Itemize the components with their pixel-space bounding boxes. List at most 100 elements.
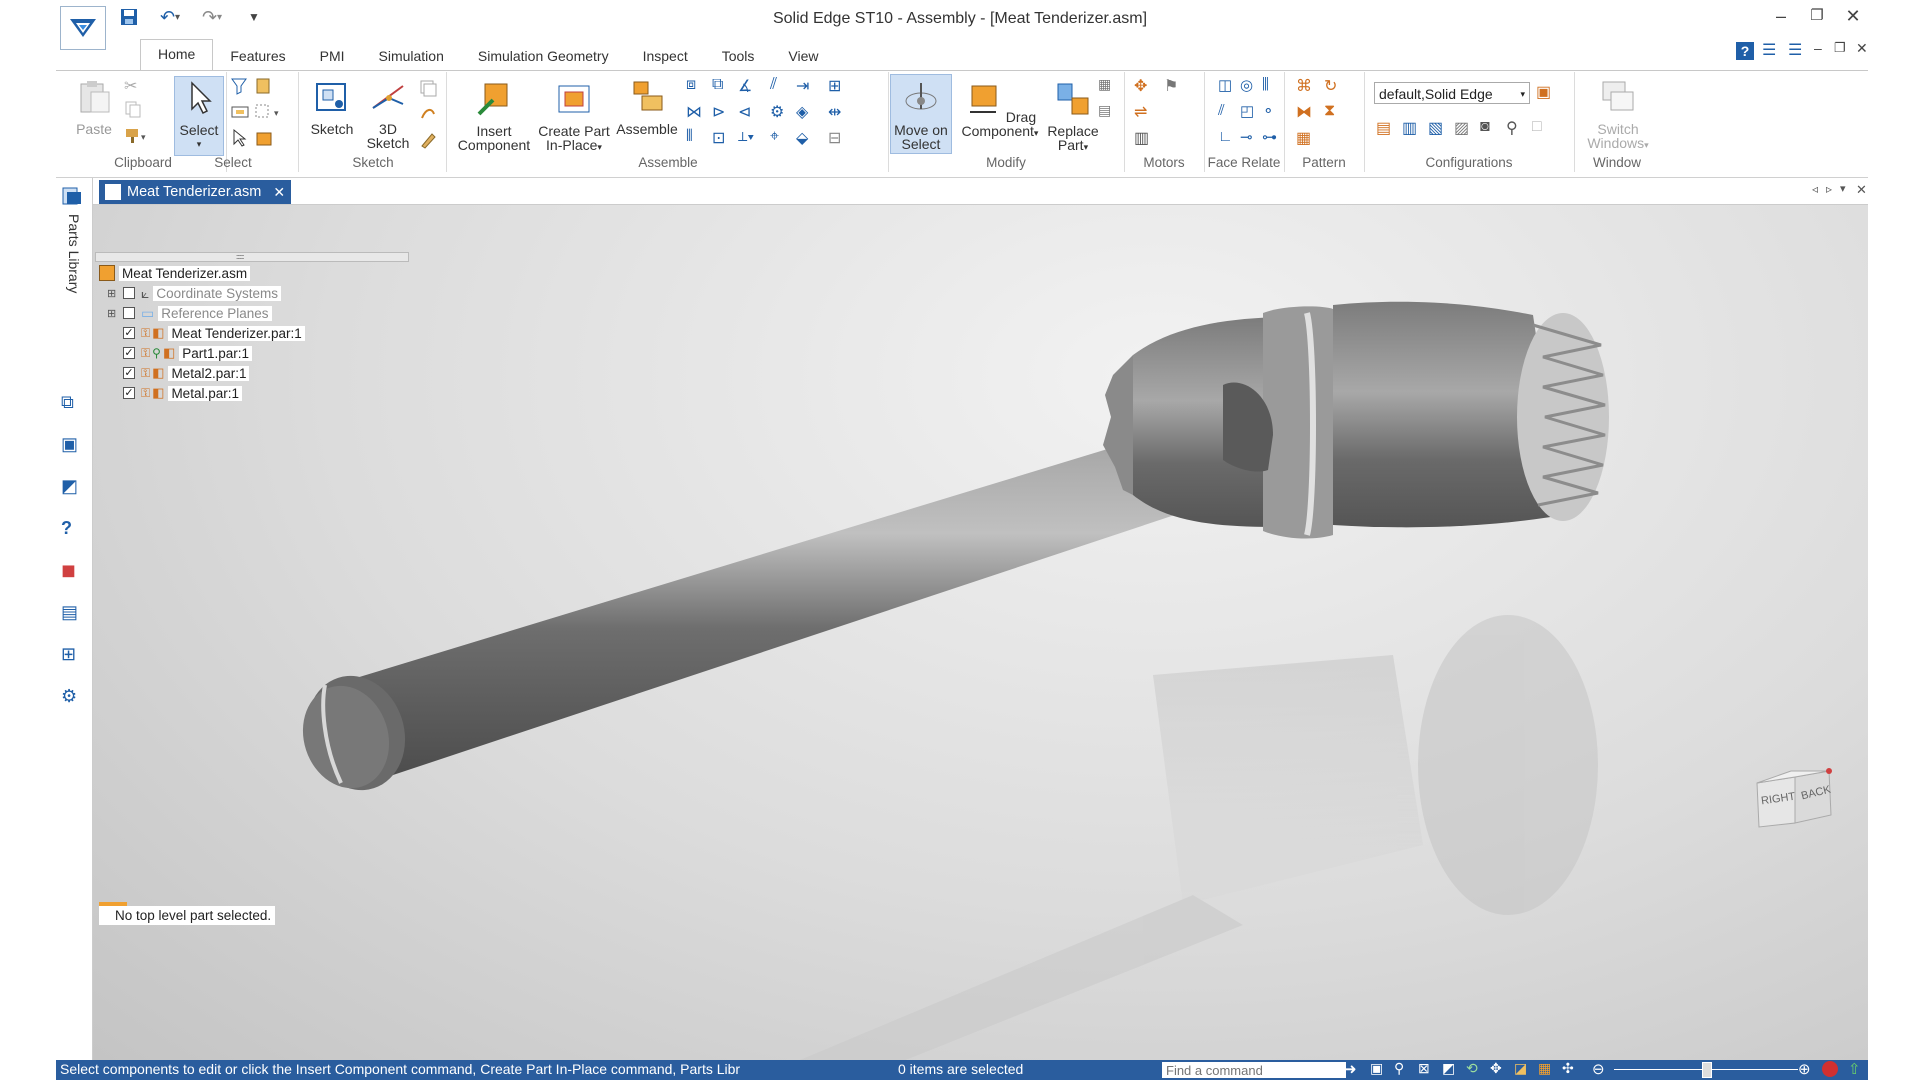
- tree-item-part[interactable]: ✓ ⚿ ⚲ ◧ Part1.par:1: [123, 344, 253, 362]
- view-style-icon[interactable]: ◪: [1514, 1060, 1527, 1077]
- go-arrow-icon[interactable]: ➜: [1344, 1060, 1357, 1078]
- fix-icon[interactable]: ⇹: [828, 102, 848, 122]
- view-orient-icon[interactable]: ✥: [1490, 1060, 1502, 1077]
- zoom-icon[interactable]: ⚲: [1394, 1060, 1404, 1077]
- drag-component-button[interactable]: Drag Component▾: [956, 80, 1044, 140]
- camera-icon[interactable]: ◙: [1480, 118, 1500, 138]
- sketch-relate-icon[interactable]: [418, 104, 438, 124]
- select-box-icon[interactable]: [230, 102, 250, 122]
- pan-icon[interactable]: ◩: [1442, 1060, 1455, 1077]
- view-config-icon[interactable]: ▨: [1454, 118, 1474, 138]
- select-cursor-icon[interactable]: [230, 128, 250, 148]
- parts-library-icon[interactable]: [61, 186, 83, 206]
- minimize-icon[interactable]: –: [1766, 6, 1796, 27]
- sketch-draw-icon[interactable]: [418, 130, 438, 150]
- face-aligned-icon[interactable]: ⊸: [1240, 128, 1260, 148]
- face-rigid-icon[interactable]: ⊶: [1262, 128, 1282, 148]
- tab-inspect[interactable]: Inspect: [626, 42, 705, 70]
- format-painter-icon[interactable]: ▾: [124, 126, 146, 146]
- connect-icon[interactable]: ⊳: [712, 102, 732, 122]
- face-symmetric-icon[interactable]: ⫼: [1262, 76, 1282, 96]
- pathfinder-icon[interactable]: ⧉: [61, 392, 74, 413]
- zoom-area-icon[interactable]: ▣: [1370, 1060, 1383, 1077]
- visibility-checkbox[interactable]: [123, 287, 135, 299]
- mirror-icon[interactable]: ↻: [1324, 76, 1344, 96]
- parallel-icon[interactable]: ⫴: [686, 128, 706, 148]
- tab-scroll-left-icon[interactable]: ◃: [1812, 182, 1818, 196]
- face-parallel-icon[interactable]: ⫽: [1218, 102, 1238, 122]
- feature-library-icon[interactable]: ▤: [61, 602, 78, 623]
- settings-panel-icon[interactable]: ⚙: [61, 686, 77, 707]
- cascade-icon[interactable]: ☰: [1788, 40, 1802, 60]
- modify-tool-1-icon[interactable]: ▦: [1098, 76, 1118, 96]
- sketch-view-icon[interactable]: [418, 78, 438, 98]
- simulate-motor-icon[interactable]: ⚑: [1164, 76, 1184, 96]
- meat-tenderizer-model[interactable]: [93, 205, 1868, 1060]
- document-tab[interactable]: Meat Tenderizer.asm ✕: [99, 180, 292, 204]
- face-tangent-icon[interactable]: ◰: [1240, 102, 1260, 122]
- expand-icon[interactable]: ⊞: [107, 287, 123, 300]
- face-coplanar-icon[interactable]: ◫: [1218, 76, 1238, 96]
- tab-close-all-icon[interactable]: ✕: [1856, 182, 1867, 198]
- ground-icon[interactable]: ⊟: [828, 128, 848, 148]
- tree-item-reference-planes[interactable]: ⊞ ▭ Reference Planes: [107, 304, 272, 322]
- blank-config-icon[interactable]: □: [1532, 118, 1552, 138]
- help-panel-icon[interactable]: ?: [61, 518, 72, 539]
- cam-icon[interactable]: ⟂▾: [738, 128, 758, 148]
- select-filter-icon[interactable]: [230, 76, 250, 96]
- zoom-out-icon[interactable]: ⊖: [1592, 1060, 1605, 1078]
- replace-part-button[interactable]: Replace Part▾: [1040, 80, 1106, 154]
- sketch-view-status-icon[interactable]: ▦: [1538, 1060, 1551, 1077]
- mate-icon[interactable]: ⧈: [686, 76, 706, 96]
- command-finder-input[interactable]: [1162, 1062, 1346, 1078]
- linear-motor-icon[interactable]: ⇌: [1134, 102, 1154, 122]
- duplicate-icon[interactable]: ⧓: [1296, 102, 1316, 122]
- parts-library-tab[interactable]: Parts Library: [62, 214, 82, 293]
- tree-item-part[interactable]: ✓ ⚿ ◧ Metal2.par:1: [123, 364, 250, 382]
- face-offset-icon[interactable]: ⚬: [1262, 102, 1282, 122]
- expand-icon[interactable]: ⊞: [107, 307, 123, 320]
- motor-icon[interactable]: ✥: [1134, 76, 1154, 96]
- tab-features[interactable]: Features: [213, 42, 302, 70]
- 3d-viewport[interactable]: RIGHT BACK: [93, 205, 1868, 1060]
- move-on-select-button[interactable]: Move on Select: [890, 74, 952, 154]
- gear-relation-icon[interactable]: ⫽: [770, 76, 790, 96]
- configuration-select[interactable]: default,Solid Edge ▾: [1374, 82, 1530, 104]
- axial-align-icon[interactable]: ⊲: [738, 102, 758, 122]
- 3d-sketch-button[interactable]: 3D Sketch: [364, 78, 412, 150]
- tree-item-coordinate-systems[interactable]: ⊞ ⟀ Coordinate Systems: [107, 284, 281, 302]
- rigid-set-icon[interactable]: ⚙: [770, 102, 790, 122]
- select-part-icon[interactable]: [254, 128, 274, 148]
- relationship-assistant-icon[interactable]: ⊞: [828, 76, 848, 96]
- select-mode-icon[interactable]: ✣: [1562, 1060, 1574, 1077]
- create-part-in-place-button[interactable]: Create Part In-Place▾: [536, 80, 612, 154]
- zoom-in-icon[interactable]: ⊕: [1798, 1060, 1811, 1078]
- modify-tool-2-icon[interactable]: ▤: [1098, 102, 1118, 122]
- sketch-button[interactable]: Sketch: [308, 78, 356, 136]
- select-button[interactable]: Select ▾: [174, 76, 224, 156]
- restore-icon[interactable]: ❐: [1802, 6, 1832, 24]
- along-curve-icon[interactable]: ⧗: [1324, 102, 1344, 122]
- arrange-icon[interactable]: ☰: [1762, 40, 1776, 60]
- close-tab-icon[interactable]: ✕: [273, 184, 285, 201]
- zoom-slider-thumb[interactable]: [1702, 1062, 1712, 1078]
- upload-icon[interactable]: ⇧: [1848, 1060, 1861, 1078]
- cut-icon[interactable]: ✂: [124, 76, 144, 96]
- zone-icon[interactable]: ▤: [1376, 118, 1396, 138]
- tangent-icon[interactable]: ⊡: [712, 128, 732, 148]
- display-config-icon[interactable]: ▥: [1402, 118, 1422, 138]
- tree-root[interactable]: Meat Tenderizer.asm: [99, 264, 251, 282]
- center-plane-icon[interactable]: ⇥: [796, 76, 816, 96]
- angle-icon[interactable]: ∡: [738, 76, 758, 96]
- assemble-button[interactable]: Assemble: [614, 78, 680, 136]
- fastener-icon[interactable]: ▦: [1296, 128, 1316, 148]
- tab-simulation-geometry[interactable]: Simulation Geometry: [461, 42, 626, 70]
- doc-restore-icon[interactable]: ❐: [1834, 40, 1846, 56]
- fit-icon[interactable]: ⊠: [1418, 1060, 1430, 1077]
- search-icon[interactable]: ⚲: [1506, 118, 1526, 138]
- switch-windows-button[interactable]: Switch Windows▾: [1578, 78, 1658, 152]
- record-icon[interactable]: [1822, 1061, 1838, 1077]
- insert-relation-icon[interactable]: ⋈: [686, 102, 706, 122]
- face-concentric-icon[interactable]: ◎: [1240, 76, 1260, 96]
- help-icon[interactable]: ?: [1736, 42, 1754, 60]
